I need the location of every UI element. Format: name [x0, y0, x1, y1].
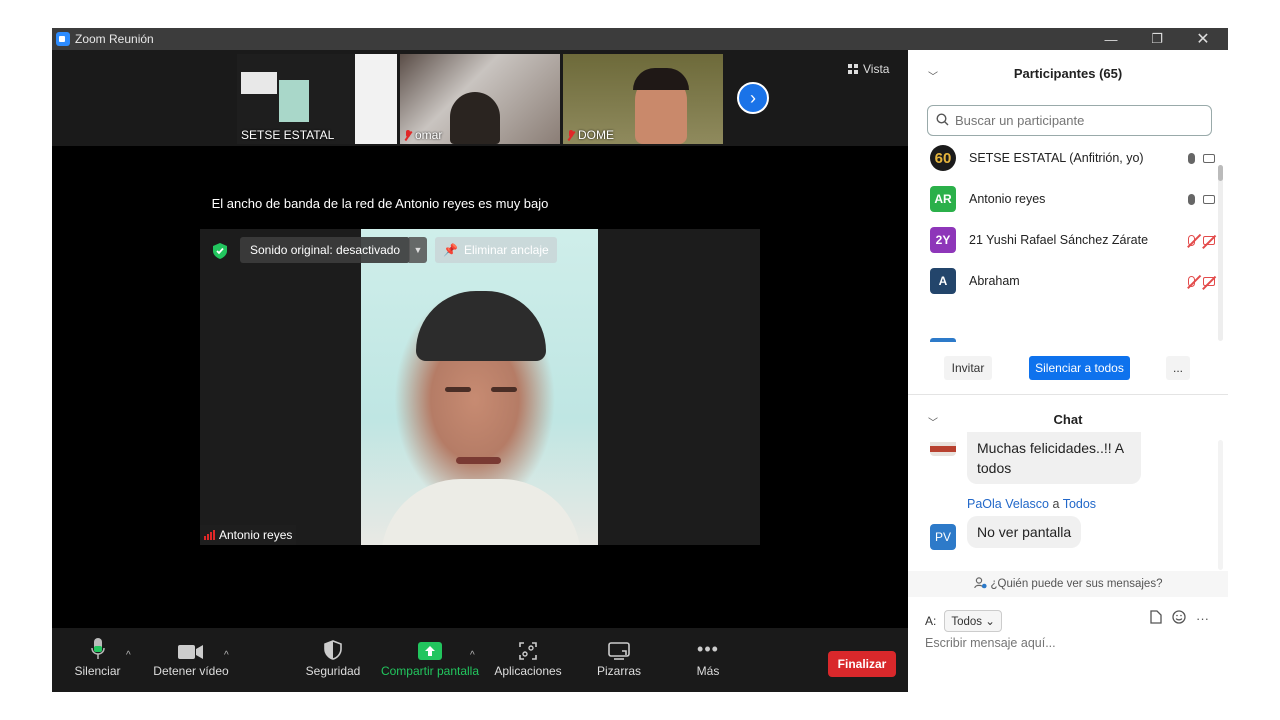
- original-sound-button[interactable]: Sonido original: desactivado: [240, 237, 411, 263]
- invite-button[interactable]: Invitar: [944, 356, 992, 380]
- participant-row[interactable]: AR Antonio reyes: [930, 184, 1215, 214]
- meeting-toolbar: Silenciar ^ Detener vídeo ^ Seguridad Co…: [52, 628, 908, 692]
- chevron-up-icon[interactable]: ^: [470, 650, 475, 661]
- video-off-icon[interactable]: [1203, 235, 1215, 245]
- avatar: [930, 442, 956, 456]
- thumbnail-video[interactable]: DOME: [563, 54, 723, 144]
- share-arrow-icon: [418, 642, 442, 660]
- unpin-button[interactable]: 📌 Eliminar anclaje: [435, 237, 557, 263]
- speaker-video-feed: [361, 229, 598, 545]
- muted-mic-icon[interactable]: [1188, 234, 1195, 246]
- muted-mic-icon: [567, 129, 575, 141]
- participants-more-button[interactable]: ...: [1166, 356, 1190, 380]
- microphone-icon: [90, 638, 105, 659]
- whiteboards-button[interactable]: Pizarras: [592, 628, 646, 692]
- window-title: Zoom Reunión: [75, 32, 154, 46]
- participant-row[interactable]: 60 SETSE ESTATAL (Anfitrión, yo): [930, 143, 1215, 173]
- more-dots-icon: •••: [697, 639, 719, 659]
- chevron-up-icon[interactable]: ^: [126, 650, 131, 661]
- chat-scrollbar[interactable]: [1218, 440, 1223, 570]
- next-page-button[interactable]: ›: [737, 82, 769, 114]
- chat-tools: ···: [1150, 610, 1209, 627]
- muted-mic-icon: [404, 129, 412, 141]
- signal-bars-icon: [204, 530, 215, 540]
- zoom-logo-icon: [56, 32, 70, 46]
- close-button[interactable]: ✕: [1180, 28, 1226, 50]
- file-icon[interactable]: [1150, 610, 1162, 627]
- title-bar: Zoom Reunión — ❐ ✕: [52, 28, 1228, 50]
- restore-button[interactable]: ❐: [1134, 28, 1180, 50]
- avatar: PV: [930, 524, 956, 550]
- participants-title: Participantes (65): [1013, 66, 1123, 81]
- thumbnail-name: DOME: [567, 128, 614, 142]
- pin-icon: 📌: [443, 243, 458, 257]
- view-button[interactable]: Vista: [848, 62, 889, 76]
- participant-row[interactable]: 2Y 21 Yushi Rafael Sánchez Zárate: [930, 225, 1215, 255]
- mute-button[interactable]: Silenciar: [70, 628, 125, 692]
- list-item: [930, 338, 956, 342]
- more-button[interactable]: ••• Más: [684, 628, 732, 692]
- end-meeting-button[interactable]: Finalizar: [828, 651, 896, 677]
- side-panel: ﹀ Participantes (65) 60 SETSE ESTATAL (A…: [908, 50, 1228, 692]
- share-screen-button[interactable]: Compartir pantalla: [378, 628, 482, 692]
- muted-mic-icon[interactable]: [1188, 275, 1195, 287]
- apps-button[interactable]: Aplicaciones: [493, 628, 563, 692]
- video-off-icon[interactable]: [1203, 276, 1215, 286]
- chat-message-input[interactable]: [925, 636, 1215, 650]
- search-input[interactable]: [955, 113, 1195, 128]
- chat-message: Muchas felicidades..!! A todos: [967, 432, 1141, 484]
- apps-icon: [519, 642, 537, 660]
- chevron-down-icon[interactable]: ▼: [409, 237, 427, 263]
- microphone-icon[interactable]: [1188, 152, 1195, 164]
- chevron-right-icon: ›: [750, 87, 756, 108]
- microphone-icon[interactable]: [1188, 193, 1195, 205]
- thumbnail-name: omar: [404, 128, 442, 142]
- zoom-window: Zoom Reunión — ❐ ✕ SETSE ESTATAL omar DO…: [52, 28, 1228, 692]
- video-camera-icon[interactable]: [1203, 194, 1215, 204]
- active-speaker-video[interactable]: Sonido original: desactivado ▼ 📌 Eliminar…: [200, 229, 760, 545]
- chat-message: No ver pantalla: [967, 516, 1082, 548]
- whiteboard-icon: [608, 642, 630, 660]
- mute-all-button[interactable]: Silenciar a todos: [1029, 356, 1130, 380]
- bandwidth-warning: El ancho de banda de la red de Antonio r…: [211, 196, 549, 211]
- shield-check-icon: [210, 241, 230, 261]
- emoji-icon[interactable]: [1172, 610, 1186, 627]
- stop-video-button[interactable]: Detener vídeo: [152, 628, 230, 692]
- participant-search[interactable]: [927, 105, 1212, 136]
- avatar: A: [930, 268, 956, 294]
- thumbnail-name: SETSE ESTATAL: [241, 128, 335, 142]
- minimize-button[interactable]: —: [1088, 28, 1134, 50]
- thumbnail-video[interactable]: omar: [400, 54, 560, 144]
- participant-row[interactable]: A Abraham: [930, 266, 1215, 296]
- chat-sender: PaOla Velasco a Todos: [967, 497, 1097, 511]
- avatar: 2Y: [930, 227, 956, 253]
- chevron-up-icon[interactable]: ^: [224, 650, 229, 661]
- recipient-row: A: Todos ⌄: [925, 610, 1002, 632]
- participants-scrollbar[interactable]: [1218, 165, 1223, 341]
- avatar: 60: [930, 145, 956, 171]
- video-camera-icon: [178, 645, 203, 659]
- thumbnail-video[interactable]: SETSE ESTATAL: [237, 54, 397, 144]
- thumbnail-strip: SETSE ESTATAL omar DOME › Vista: [52, 50, 908, 146]
- speaker-name-label: Antonio reyes: [200, 525, 297, 545]
- more-dots-icon[interactable]: ···: [1196, 611, 1209, 626]
- user-eye-icon: [973, 576, 987, 592]
- recipient-select[interactable]: Todos ⌄: [944, 610, 1002, 632]
- meeting-area: SETSE ESTATAL omar DOME › Vista El ancho…: [52, 50, 908, 692]
- chat-title: Chat: [1053, 412, 1083, 427]
- shield-icon: [324, 640, 342, 660]
- avatar: AR: [930, 186, 956, 212]
- grid-icon: [848, 64, 858, 74]
- search-icon: [936, 112, 949, 129]
- divider: [908, 394, 1228, 395]
- security-button[interactable]: Seguridad: [302, 628, 364, 692]
- video-camera-icon[interactable]: [1203, 153, 1215, 163]
- who-can-see-link[interactable]: ¿Quién puede ver sus mensajes?: [908, 571, 1228, 597]
